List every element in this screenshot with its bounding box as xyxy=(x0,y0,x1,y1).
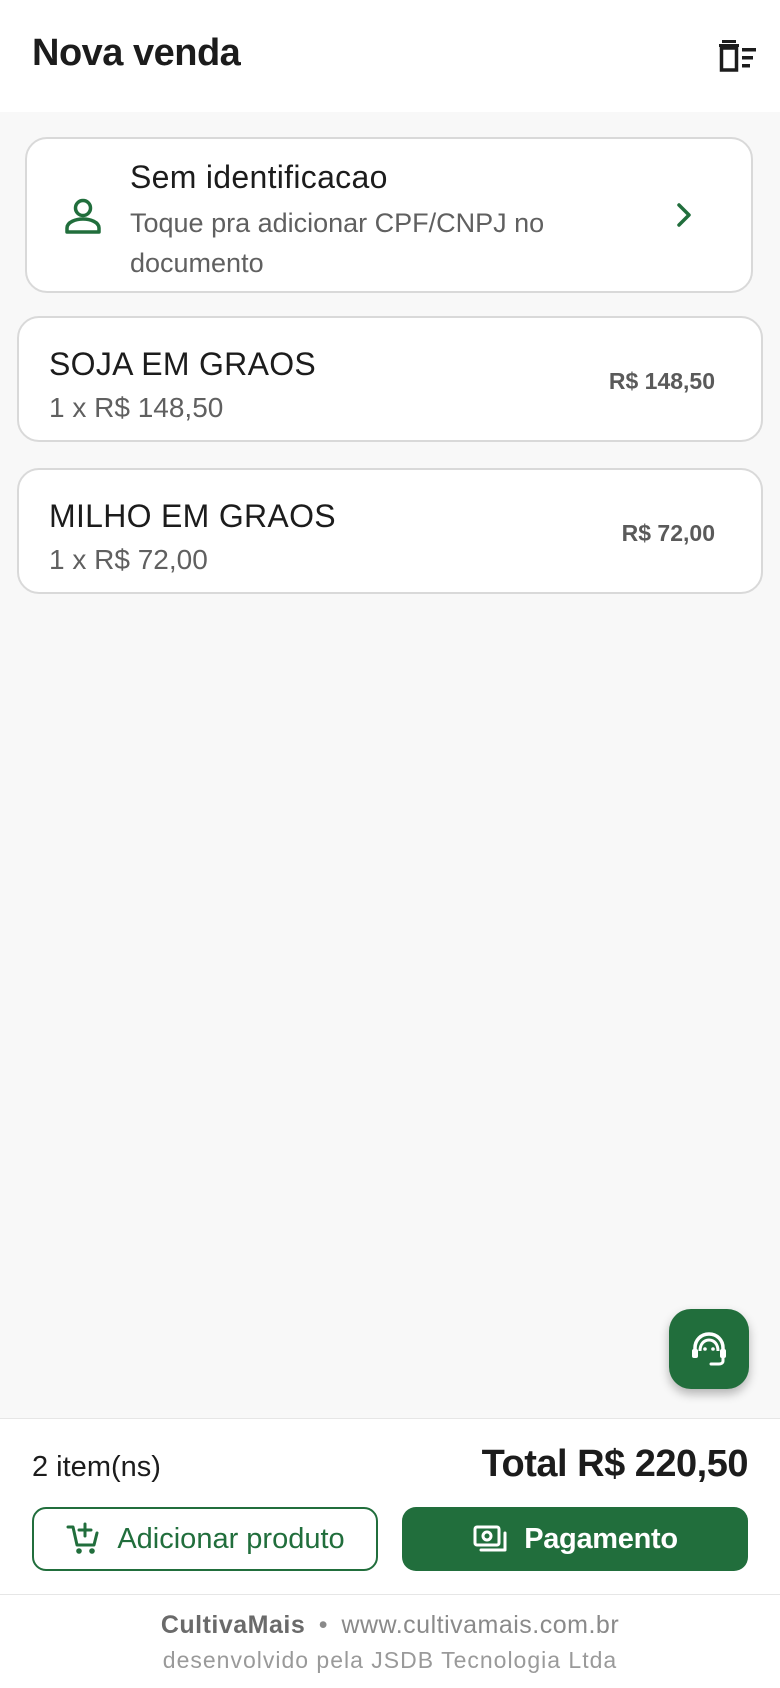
payment-button[interactable]: Pagamento xyxy=(402,1507,748,1571)
payment-label: Pagamento xyxy=(524,1522,678,1555)
order-total: Total R$ 220,50 xyxy=(481,1443,749,1485)
customer-subtitle: Toque pra adicionar CPF/CNPJ no document… xyxy=(130,208,545,278)
delete-sweep-icon xyxy=(719,40,756,72)
footer-website: www.cultivamais.com.br xyxy=(341,1611,620,1639)
add-shopping-cart-icon xyxy=(66,1522,99,1554)
clear-cart-button[interactable] xyxy=(714,32,762,80)
payments-icon xyxy=(473,1525,507,1552)
footer-brand-line: CultivaMais • www.cultivamais.com.br xyxy=(0,1611,780,1640)
app-footer: CultivaMais • www.cultivamais.com.br des… xyxy=(0,1594,780,1688)
checkout-bar: 2 item(ns) Total R$ 220,50 Adicionar pro… xyxy=(0,1418,780,1594)
customer-title: Sem identificacao xyxy=(130,159,388,195)
footer-separator: • xyxy=(318,1611,328,1639)
item-count: 2 item(ns) xyxy=(32,1451,161,1483)
footer-developer: desenvolvido pela JSDB Tecnologia Ltda xyxy=(162,1647,618,1673)
chevron-right-icon xyxy=(677,203,691,227)
item-name: SOJA EM GRAOS xyxy=(49,346,317,382)
page-title: Nova venda xyxy=(32,32,241,74)
app-screen: Nova venda Sem identificacao Toque pra a… xyxy=(0,0,780,1688)
item-quantity-price: 1 x R$ 148,50 xyxy=(49,392,224,423)
item-quantity-price: 1 x R$ 72,00 xyxy=(49,544,208,575)
add-product-label: Adicionar produto xyxy=(117,1522,345,1555)
cart-item-soja[interactable]: SOJA EM GRAOS 1 x R$ 148,50 R$ 148,50 xyxy=(17,316,763,442)
support-agent-icon xyxy=(692,1332,726,1366)
item-total: R$ 148,50 xyxy=(608,368,715,394)
person-icon xyxy=(65,198,101,234)
item-name: MILHO EM GRAOS xyxy=(49,498,336,534)
support-button[interactable] xyxy=(669,1309,749,1389)
cart-item-milho[interactable]: MILHO EM GRAOS 1 x R$ 72,00 R$ 72,00 xyxy=(17,468,763,594)
item-total: R$ 72,00 xyxy=(621,520,715,546)
footer-brand: CultivaMais xyxy=(160,1611,306,1639)
app-header: Nova venda xyxy=(0,0,780,112)
customer-identification-card[interactable]: Sem identificacao Toque pra adicionar CP… xyxy=(25,137,753,293)
add-product-button[interactable]: Adicionar produto xyxy=(32,1507,378,1571)
